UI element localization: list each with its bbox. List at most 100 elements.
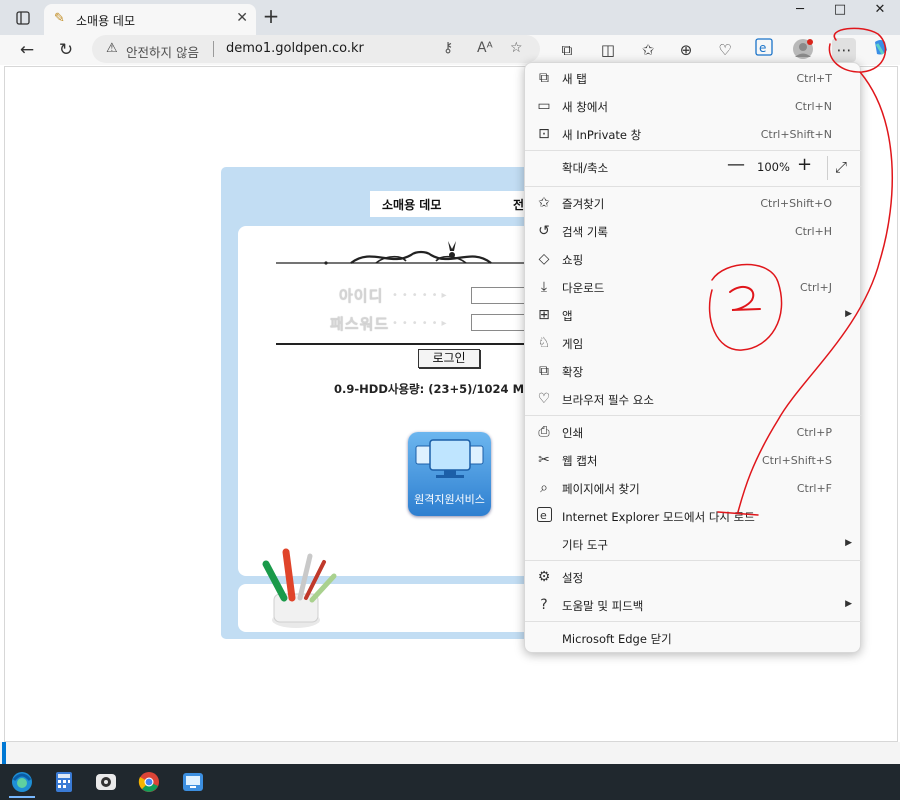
taskbar-chrome[interactable] — [130, 766, 168, 798]
menu-label: 웹 캡처 — [562, 454, 598, 468]
new-window-icon: ▭ — [537, 98, 551, 114]
menu-games[interactable]: ♘ 게임 — [525, 330, 862, 358]
browser-essentials-heart-icon[interactable]: ♡ — [713, 38, 737, 62]
menu-close-edge[interactable]: Microsoft Edge 닫기 — [525, 625, 862, 653]
menu-history[interactable]: ↺ 검색 기록 Ctrl+H — [525, 218, 862, 246]
favorites-icon: ✩ — [538, 195, 550, 211]
password-input[interactable] — [471, 314, 531, 331]
menu-ie-mode-reload[interactable]: e Internet Explorer 모드에서 다시 로드 — [525, 503, 862, 531]
ornament-divider — [276, 241, 536, 265]
windows-taskbar — [0, 764, 900, 800]
menu-shopping[interactable]: ◇ 쇼핑 — [525, 246, 862, 274]
copilot-icon[interactable] — [869, 38, 893, 62]
taskbar-calculator[interactable] — [45, 766, 83, 798]
menu-label: 확장 — [562, 365, 584, 379]
apps-icon: ⊞ — [538, 307, 550, 323]
id-input[interactable] — [471, 287, 531, 304]
hdd-usage-text: 0.9-HDD사용량: (23+5)/1024 MB ( — [334, 382, 543, 396]
menu-label: 다운로드 — [562, 281, 605, 295]
fullscreen-icon[interactable]: ⤢ — [835, 158, 847, 176]
menu-apps[interactable]: ⊞ 앱 ▶ — [525, 302, 862, 330]
menu-shortcut: Ctrl+T — [796, 72, 832, 85]
menu-favorites[interactable]: ✩ 즐겨찾기 Ctrl+Shift+O — [525, 190, 862, 218]
menu-separator — [525, 560, 862, 561]
split-screen-icon[interactable]: ◫ — [596, 38, 620, 62]
menu-label: 앱 — [562, 309, 573, 323]
address-toolbar: ← ↻ ⚠ 안전하지 않음 demo1.goldpen.co.kr ⚷ Aᴬ ☆… — [0, 35, 900, 65]
print-icon: ⎙ — [538, 424, 550, 440]
read-aloud-icon[interactable]: Aᴬ — [477, 40, 493, 56]
menu-print[interactable]: ⎙ 인쇄 Ctrl+P — [525, 419, 862, 447]
new-tab-icon: ⧉ — [539, 70, 549, 86]
menu-more-tools[interactable]: 기타 도구 ▶ — [525, 531, 862, 559]
history-icon: ↺ — [538, 223, 550, 239]
menu-extensions[interactable]: ⧉ 확장 — [525, 358, 862, 386]
menu-label: Microsoft Edge 닫기 — [562, 632, 672, 646]
menu-shortcut: Ctrl+Shift+N — [760, 128, 832, 141]
tab-close-icon[interactable]: ✕ — [236, 10, 248, 26]
active-indicator — [9, 796, 35, 798]
profile-avatar[interactable] — [791, 38, 815, 62]
menu-label: 검색 기록 — [562, 225, 608, 239]
menu-shortcut: Ctrl+F — [796, 482, 832, 495]
refresh-icon: ↻ — [58, 40, 74, 60]
menu-label: 도움말 및 피드백 — [562, 599, 644, 613]
menu-new-window[interactable]: ▭ 새 창에서 Ctrl+N — [525, 93, 862, 121]
remote-app-icon — [183, 773, 203, 791]
favorite-star-icon[interactable]: ☆ — [510, 40, 523, 56]
login-button[interactable]: 로그인 — [418, 349, 480, 368]
login-tabs: 소매용 데모 전 — [370, 191, 530, 217]
id-dots: •••••▸ — [392, 290, 451, 301]
tab-second[interactable]: 전 — [513, 196, 524, 213]
address-bar[interactable]: ⚠ 안전하지 않음 demo1.goldpen.co.kr ⚷ Aᴬ ☆ — [92, 35, 540, 63]
remote-support-button[interactable]: 원격지원서비스 — [408, 432, 491, 516]
favorites-bar-icon[interactable]: ✩ — [636, 38, 660, 62]
zoom-divider — [827, 156, 828, 180]
collections-icon[interactable]: ⊕ — [674, 38, 698, 62]
settings-and-more-button[interactable]: ⋯ — [832, 38, 856, 62]
security-status[interactable]: 안전하지 않음 — [126, 42, 199, 61]
submenu-arrow-icon: ▶ — [845, 309, 852, 319]
menu-settings[interactable]: ⚙ 설정 — [525, 564, 862, 592]
key-icon[interactable]: ⚷ — [443, 40, 453, 56]
page-bottom-bar — [0, 742, 900, 764]
tab-actions-button[interactable] — [10, 6, 36, 30]
menu-new-tab[interactable]: ⧉ 새 탭 Ctrl+T — [525, 65, 862, 93]
taskbar-remote-app[interactable] — [174, 766, 212, 798]
media-app-icon — [96, 774, 116, 790]
tab-retail-demo[interactable]: 소매용 데모 — [382, 196, 441, 213]
zoom-in-button[interactable]: + — [797, 154, 812, 175]
menu-label: 브라우저 필수 요소 — [562, 393, 654, 407]
maximize-button[interactable]: □ — [820, 0, 860, 20]
more-dots-icon: ⋯ — [836, 41, 852, 59]
settings-icon: ⚙ — [537, 569, 551, 585]
monitors-icon — [415, 439, 484, 478]
menu-separator — [525, 415, 862, 416]
menu-separator — [525, 621, 862, 622]
pens-cup-image — [262, 548, 337, 628]
new-tab-button[interactable]: + — [260, 4, 282, 28]
back-button[interactable]: ← — [14, 37, 40, 63]
menu-label: 설정 — [562, 571, 584, 585]
ie-mode-toolbar-icon[interactable]: e — [752, 38, 776, 62]
menu-label: 새 InPrivate 창 — [562, 128, 642, 142]
menu-find-in-page[interactable]: ⌕ 페이지에서 찾기 Ctrl+F — [525, 475, 862, 503]
menu-browser-essentials[interactable]: ♡ 브라우저 필수 요소 — [525, 386, 862, 414]
url-text[interactable]: demo1.goldpen.co.kr — [226, 41, 364, 56]
taskbar-edge[interactable] — [3, 766, 41, 798]
close-window-button[interactable]: ✕ — [860, 0, 900, 20]
menu-label: 인쇄 — [562, 426, 584, 440]
extensions-icon: ⧉ — [539, 363, 549, 379]
minimize-button[interactable]: ─ — [780, 0, 820, 20]
menu-downloads[interactable]: ⤓ 다운로드 Ctrl+J — [525, 274, 862, 302]
menu-help-feedback[interactable]: ? 도움말 및 피드백 ▶ — [525, 592, 862, 620]
menu-web-capture[interactable]: ✂ 웹 캡처 Ctrl+Shift+S — [525, 447, 862, 475]
extensions-puzzle-icon[interactable]: ⧉ — [555, 38, 579, 62]
refresh-button[interactable]: ↻ — [53, 37, 79, 63]
menu-label: 페이지에서 찾기 — [562, 482, 640, 496]
browser-tab[interactable]: ✎ 소매용 데모 ✕ — [44, 4, 256, 35]
browser-essentials-icon: ♡ — [537, 391, 551, 407]
zoom-out-button[interactable]: — — [727, 154, 745, 175]
taskbar-media-app[interactable] — [87, 766, 125, 798]
menu-new-inprivate[interactable]: ⊡ 새 InPrivate 창 Ctrl+Shift+N — [525, 121, 862, 149]
